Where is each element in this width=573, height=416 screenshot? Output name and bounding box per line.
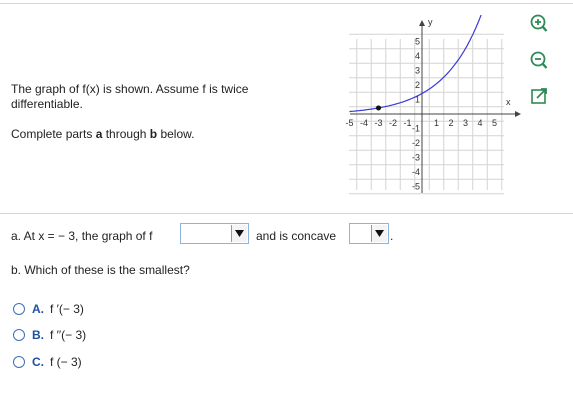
- y-axis-arrow: [419, 20, 425, 26]
- part-b-prompt: b. Which of these is the smallest?: [11, 263, 190, 277]
- y-axis-label: y: [428, 17, 433, 27]
- part-a-prefix: a. At x = − 3, the graph of f: [11, 229, 153, 243]
- complete-suffix: below.: [157, 127, 195, 141]
- option-b-label[interactable]: B. f ′′(− 3): [32, 328, 86, 343]
- part-b-ref: b: [149, 127, 158, 141]
- x-tick-label: -3: [374, 118, 382, 128]
- complete-prefix: Complete parts: [11, 127, 96, 141]
- x-tick-label: 4: [477, 118, 482, 128]
- graph-behavior-dropdown[interactable]: [180, 223, 249, 244]
- x-tick-label: -5: [345, 118, 353, 128]
- y-tick-label: -5: [412, 182, 420, 192]
- top-divider: [0, 3, 573, 4]
- x-tick-label: 3: [463, 118, 468, 128]
- option-c-text: f (− 3): [50, 355, 82, 369]
- option-a-text: f ′(− 3): [50, 302, 84, 316]
- option-a-label[interactable]: A. f ′(− 3): [32, 302, 84, 317]
- y-tick-label: -1: [412, 124, 420, 134]
- x-tick-label: -4: [360, 118, 368, 128]
- x-tick-label: 1: [434, 118, 439, 128]
- x-tick-label: 2: [448, 118, 453, 128]
- popout-button[interactable]: [529, 86, 549, 106]
- chevron-down-icon: [231, 225, 247, 242]
- zoom-out-button[interactable]: [529, 51, 549, 71]
- complete-mid: through: [102, 127, 150, 141]
- zoom-in-icon: [530, 14, 548, 32]
- x-tick-label: -2: [389, 118, 397, 128]
- section-divider: [0, 213, 573, 214]
- complete-instructions: Complete parts a through b below.: [11, 127, 194, 142]
- popout-icon: [531, 88, 547, 104]
- y-tick-label: -2: [412, 138, 420, 148]
- x-tick-label: 5: [492, 118, 497, 128]
- chevron-down-icon: [371, 225, 387, 242]
- option-a-letter: A.: [32, 302, 44, 316]
- option-b-radio[interactable]: [13, 329, 25, 341]
- part-a-suffix: .: [390, 229, 394, 243]
- zoom-out-icon: [530, 51, 548, 69]
- y-tick-label: 5: [415, 37, 420, 47]
- option-b-text: f ′′(− 3): [50, 328, 87, 342]
- zoom-in-button[interactable]: [529, 14, 549, 34]
- intro-line-2: differentiable.: [11, 97, 83, 111]
- option-c-radio[interactable]: [13, 356, 25, 368]
- x-axis-arrow: [515, 111, 521, 117]
- intro-line-1: The graph of f(x) is shown. Assume f is …: [11, 82, 249, 96]
- y-tick-label: 4: [415, 51, 420, 61]
- x-tick-label: -1: [403, 118, 411, 128]
- y-tick-label: -3: [412, 153, 420, 163]
- y-tick-label: 2: [415, 80, 420, 90]
- function-graph: x y -5 -4 -3 -2 -1 1 2 3 4 5 54321-1-2-3-4-5: [345, 15, 521, 195]
- option-c-label[interactable]: C. f (− 3): [32, 355, 82, 370]
- x-axis-label: x: [506, 97, 511, 107]
- part-a-middle: and is concave: [256, 229, 337, 243]
- concavity-dropdown[interactable]: [349, 223, 389, 244]
- option-c-letter: C.: [32, 355, 44, 369]
- x-tick-labels: -5 -4 -3 -2 -1 1 2 3 4 5: [345, 118, 497, 128]
- option-a-radio[interactable]: [13, 303, 25, 315]
- marked-point: [376, 105, 381, 111]
- y-tick-label: 3: [415, 66, 420, 76]
- option-b-letter: B.: [32, 328, 44, 342]
- y-tick-label: -4: [412, 167, 420, 177]
